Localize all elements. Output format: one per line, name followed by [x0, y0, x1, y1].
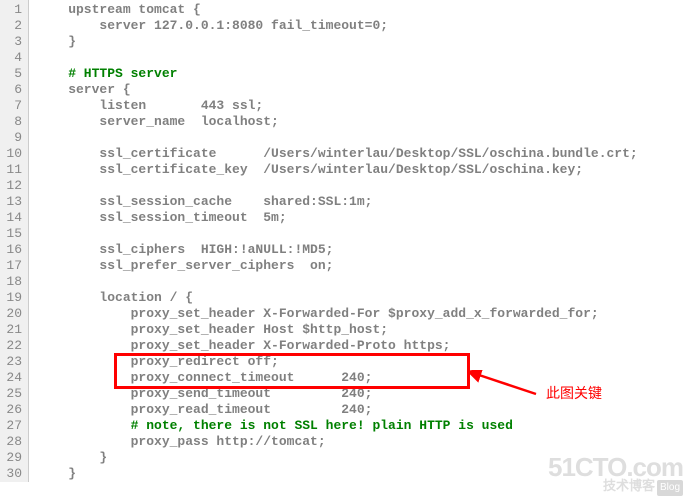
code-line: # HTTPS server — [37, 66, 638, 82]
code-line: proxy_set_header X-Forwarded-Proto https… — [37, 338, 638, 354]
line-number: 17 — [0, 258, 28, 274]
line-number: 3 — [0, 34, 28, 50]
line-number-gutter: 1234567891011121314151617181920212223242… — [0, 0, 29, 482]
code-line: } — [37, 450, 638, 466]
code-line: server { — [37, 82, 638, 98]
line-number: 26 — [0, 402, 28, 418]
line-number: 12 — [0, 178, 28, 194]
line-number: 7 — [0, 98, 28, 114]
line-number: 19 — [0, 290, 28, 306]
code-line: proxy_set_header X-Forwarded-For $proxy_… — [37, 306, 638, 322]
line-number: 24 — [0, 370, 28, 386]
line-number: 15 — [0, 226, 28, 242]
line-number: 25 — [0, 386, 28, 402]
code-line: proxy_set_header Host $http_host; — [37, 322, 638, 338]
code-line: ssl_certificate_key /Users/winterlau/Des… — [37, 162, 638, 178]
code-line: } — [37, 34, 638, 50]
line-number: 23 — [0, 354, 28, 370]
line-number: 1 — [0, 2, 28, 18]
line-number: 21 — [0, 322, 28, 338]
line-number: 30 — [0, 466, 28, 482]
line-number: 29 — [0, 450, 28, 466]
code-line: upstream tomcat { — [37, 2, 638, 18]
line-number: 22 — [0, 338, 28, 354]
code-line — [37, 226, 638, 242]
code-line: proxy_read_timeout 240; — [37, 402, 638, 418]
line-number: 2 — [0, 18, 28, 34]
code-line: proxy_pass http://tomcat; — [37, 434, 638, 450]
code-line — [37, 130, 638, 146]
annotation-label: 此图关键 — [546, 385, 602, 401]
code-line — [37, 274, 638, 290]
code-line — [37, 50, 638, 66]
line-number: 14 — [0, 210, 28, 226]
line-number: 8 — [0, 114, 28, 130]
code-line: listen 443 ssl; — [37, 98, 638, 114]
code-content: upstream tomcat { server 127.0.0.1:8080 … — [29, 0, 638, 482]
code-line: proxy_redirect off; — [37, 354, 638, 370]
line-number: 10 — [0, 146, 28, 162]
code-line — [37, 178, 638, 194]
code-line: location / { — [37, 290, 638, 306]
code-line: server 127.0.0.1:8080 fail_timeout=0; — [37, 18, 638, 34]
line-number: 9 — [0, 130, 28, 146]
code-editor: 1234567891011121314151617181920212223242… — [0, 0, 687, 482]
line-number: 11 — [0, 162, 28, 178]
line-number: 18 — [0, 274, 28, 290]
code-line: # note, there is not SSL here! plain HTT… — [37, 418, 638, 434]
line-number: 28 — [0, 434, 28, 450]
line-number: 16 — [0, 242, 28, 258]
code-line: ssl_ciphers HIGH:!aNULL:!MD5; — [37, 242, 638, 258]
line-number: 4 — [0, 50, 28, 66]
watermark-tag: Blog — [657, 480, 683, 496]
code-line: ssl_prefer_server_ciphers on; — [37, 258, 638, 274]
line-number: 6 — [0, 82, 28, 98]
code-line: proxy_connect_timeout 240; — [37, 370, 638, 386]
code-line: server_name localhost; — [37, 114, 638, 130]
code-line: } — [37, 466, 638, 482]
code-line: ssl_session_cache shared:SSL:1m; — [37, 194, 638, 210]
code-line: ssl_session_timeout 5m; — [37, 210, 638, 226]
line-number: 27 — [0, 418, 28, 434]
line-number: 5 — [0, 66, 28, 82]
line-number: 13 — [0, 194, 28, 210]
code-line: ssl_certificate /Users/winterlau/Desktop… — [37, 146, 638, 162]
line-number: 20 — [0, 306, 28, 322]
